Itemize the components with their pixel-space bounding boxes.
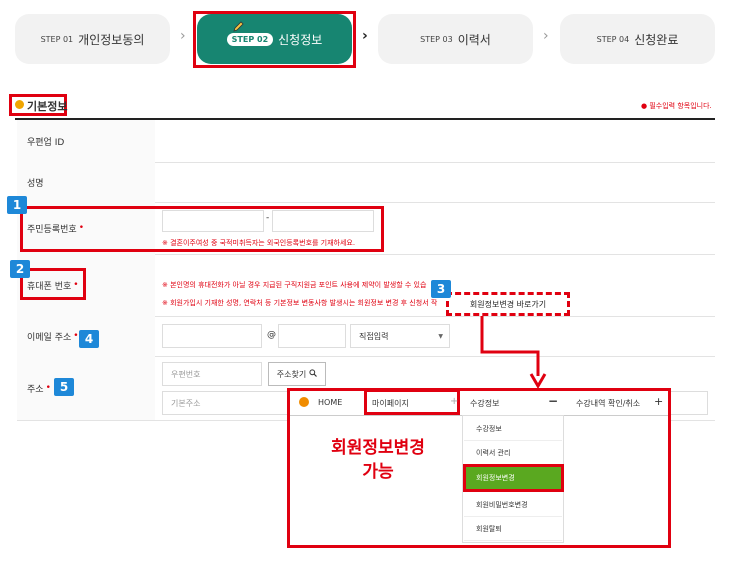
submenu-item-course-info[interactable]: 수강정보 (464, 417, 562, 441)
label-user-id: 우편업 ID (17, 120, 155, 162)
chevron-right-icon: › (543, 28, 549, 44)
row-user-id: 우편업 ID (17, 120, 715, 163)
required-note: ● 필수입력 항목입니다. (641, 102, 712, 110)
plus-icon: + (654, 395, 664, 408)
callout-line-2: 가능 (362, 462, 394, 482)
connector-arrow (480, 316, 547, 389)
callout-line-1: 회원정보변경 (331, 438, 425, 458)
step-4: STEP 04 신청완료 (560, 14, 715, 64)
annotation-box-step2 (193, 11, 356, 68)
callout-text: 회원정보변경 가능 (300, 436, 456, 484)
step-label: 이력서 (457, 32, 491, 47)
label-name: 성명 (17, 162, 155, 202)
mypage-menu[interactable]: 마이페이지 (372, 398, 409, 409)
badge-2: 2 (10, 260, 30, 278)
chevron-down-icon: ▼ (438, 332, 443, 340)
minus-icon: − (548, 394, 559, 408)
badge-1: 1 (7, 196, 27, 214)
email-id-input[interactable] (162, 324, 262, 348)
chevron-right-icon: › (180, 28, 186, 44)
submenu-item-resume[interactable]: 이력서 관리 (464, 441, 562, 465)
step-label: 신청완료 (634, 32, 679, 47)
badge-5: 5 (54, 378, 74, 396)
email-at: @ (267, 330, 276, 340)
step-label: 개인정보동의 (78, 32, 145, 47)
phone-note-1: ※ 본인명의 휴대전화가 아닐 경우 지급된 구직지원금 포인트 사용에 제약이… (162, 281, 427, 289)
search-icon (309, 369, 318, 379)
step-number: STEP 01 (40, 34, 74, 44)
step-number: STEP 04 (596, 34, 630, 44)
address-input[interactable]: 기본주소 (162, 391, 292, 415)
submenu-item-password[interactable]: 회원비밀번호변경 (464, 493, 562, 517)
info-dot-icon (15, 100, 24, 109)
email-domain-input[interactable] (278, 324, 346, 348)
home-icon[interactable] (299, 397, 309, 407)
row-name: 성명 (17, 162, 715, 203)
zip-input[interactable]: 우편번호 (162, 362, 262, 386)
course-history-menu[interactable]: 수강내역 확인/취소 (576, 398, 640, 409)
step-1: STEP 01 개인정보동의 (15, 14, 170, 64)
member-link-button[interactable]: 회원정보변경 바로가기 (446, 292, 570, 316)
step-3: STEP 03 이력서 (378, 14, 533, 64)
step-number: STEP 03 (420, 34, 453, 44)
address-detail-input[interactable] (668, 391, 708, 415)
address-search-button[interactable]: 주소찾기 (268, 362, 326, 386)
submenu-item-withdraw[interactable]: 회원탈퇴 (464, 517, 562, 541)
badge-4: 4 (79, 330, 99, 348)
home-link[interactable]: HOME (318, 398, 342, 407)
course-info-menu[interactable]: 수강정보 (470, 398, 499, 409)
phone-note-2: ※ 회원가입시 기재한 성명, 연락처 등 기본정보 변동사항 발생시는 회원정… (162, 299, 438, 307)
section-title: 기본정보 (27, 100, 68, 113)
email-domain-select[interactable]: 직접입력 ▼ (350, 324, 450, 348)
annotation-box-member-info (463, 464, 564, 492)
chevron-right-icon: › (362, 28, 368, 44)
plus-icon: + (450, 396, 459, 407)
label-address: 주소 • (17, 356, 155, 420)
annotation-box-1 (20, 206, 384, 252)
badge-3: 3 (431, 280, 451, 298)
